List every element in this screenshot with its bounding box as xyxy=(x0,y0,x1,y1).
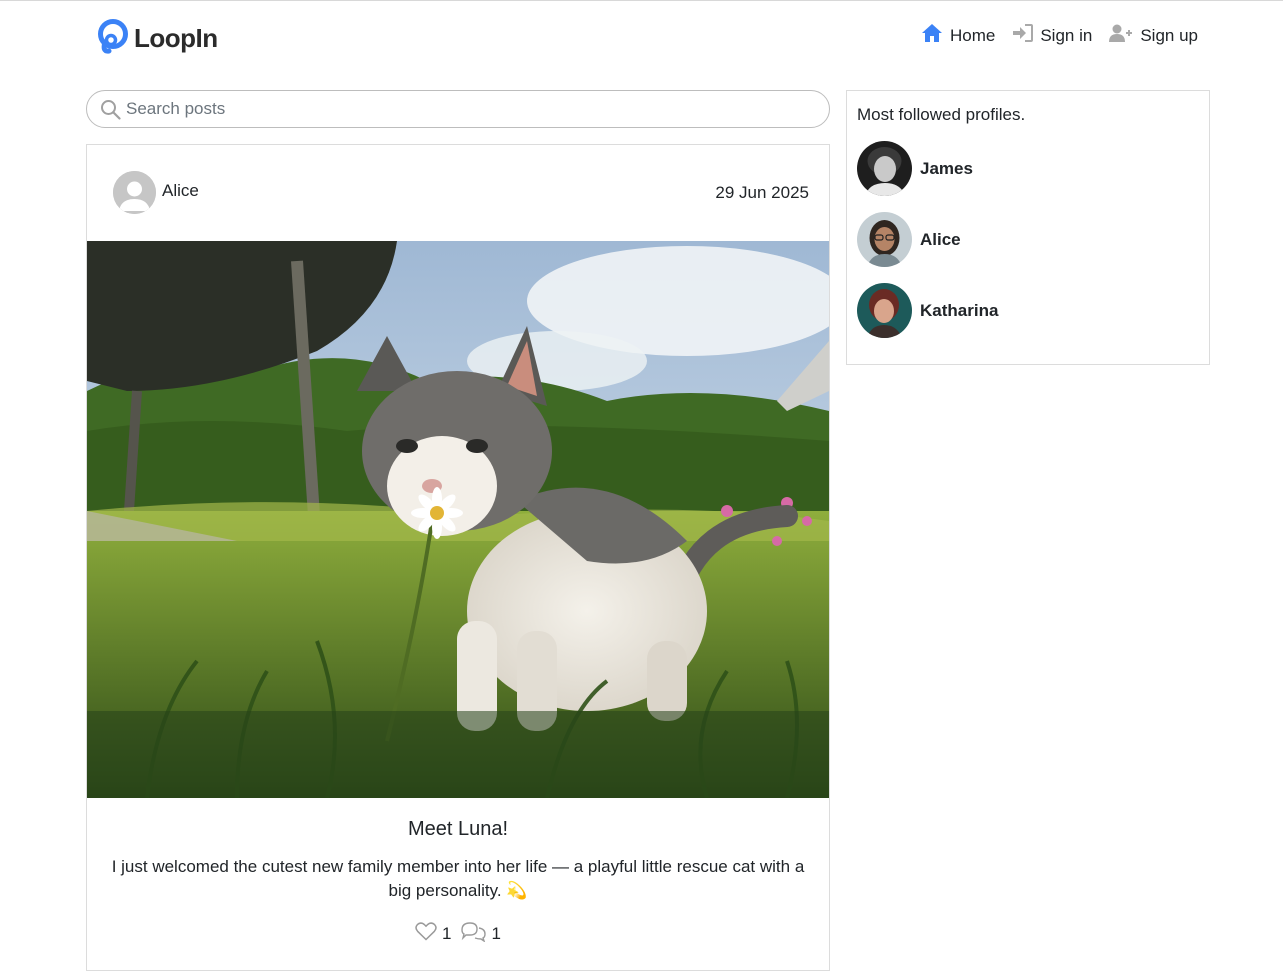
profile-name: Alice xyxy=(920,229,961,249)
post-title: Meet Luna! xyxy=(407,818,509,840)
post-header: Alice 29 Jun 2025 xyxy=(113,171,809,215)
sign-in-icon xyxy=(1012,24,1040,47)
search-input[interactable] xyxy=(126,99,816,119)
profile-alice[interactable]: Alice xyxy=(857,212,961,267)
brand-name: LoopIn xyxy=(134,23,218,53)
search-icon xyxy=(100,99,121,125)
nav-links: Home Sign in Sign up xyxy=(904,23,1198,48)
comment-count: 1 xyxy=(491,924,501,943)
nav-sign-up-label: Sign up xyxy=(1140,25,1198,45)
user-plus-icon xyxy=(1109,24,1140,48)
post-author-name: Alice xyxy=(162,180,199,200)
most-followed-panel: Most followed profiles. James Alice Kath… xyxy=(846,90,1210,365)
comments-icon xyxy=(460,921,492,947)
avatar xyxy=(857,283,912,338)
loopin-logo-icon xyxy=(96,18,130,59)
home-icon xyxy=(921,23,950,48)
comments-button[interactable]: 1 xyxy=(460,921,501,947)
post-date: 29 Jun 2025 xyxy=(715,183,809,202)
post-author-link[interactable]: Alice xyxy=(113,171,199,214)
search-bar xyxy=(86,90,830,128)
nav-sign-in-label: Sign in xyxy=(1040,25,1093,45)
avatar xyxy=(857,212,912,267)
heart-icon xyxy=(415,922,442,946)
profile-james[interactable]: James xyxy=(857,141,973,196)
navbar: LoopIn Home Sign in Sign up xyxy=(0,1,1283,71)
nav-home-label: Home xyxy=(949,25,996,45)
sidebar-title: Most followed profiles. xyxy=(857,105,1026,124)
post-image[interactable] xyxy=(87,241,829,798)
default-avatar-icon xyxy=(113,171,156,214)
profile-name: James xyxy=(920,158,973,178)
like-button[interactable]: 1 xyxy=(415,922,452,946)
post-card: Alice 29 Jun 2025 Meet Luna! I just welc… xyxy=(86,144,830,971)
like-count: 1 xyxy=(442,924,452,943)
profile-name: Katharina xyxy=(920,300,999,320)
post-stats: 1 1 xyxy=(87,921,829,947)
brand-logo-link[interactable]: LoopIn xyxy=(96,18,218,59)
nav-home-link[interactable]: Home xyxy=(921,23,995,48)
profile-katharina[interactable]: Katharina xyxy=(857,283,998,338)
nav-sign-up-link[interactable]: Sign up xyxy=(1109,24,1198,48)
avatar xyxy=(857,141,912,196)
nav-sign-in-link[interactable]: Sign in xyxy=(1012,24,1092,47)
post-body: I just welcomed the cutest new family me… xyxy=(111,857,805,900)
